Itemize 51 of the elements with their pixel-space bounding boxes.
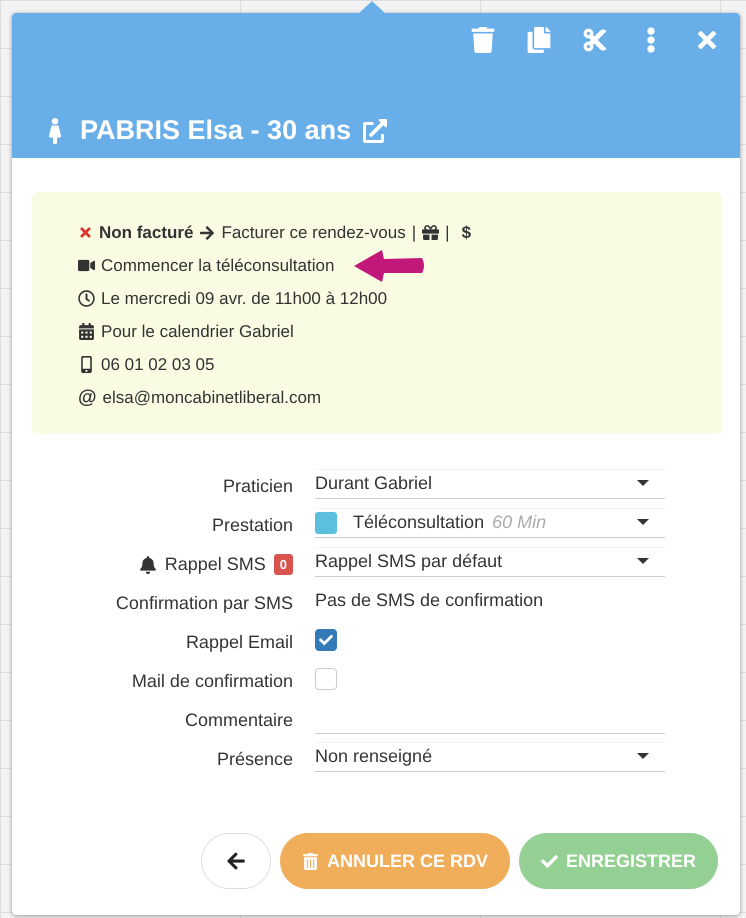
field-value: Pas de SMS de confirmation: [315, 590, 544, 611]
close-icon: [78, 225, 93, 240]
caret-icon: [637, 519, 649, 526]
separator: |: [445, 222, 450, 242]
field-label: Rappel SMS: [164, 554, 266, 575]
calendar-icon: [78, 323, 95, 340]
info-text: 06 01 02 03 05: [101, 354, 214, 374]
info-text: Le mercredi 09 avr. de 11h00 à 12h00: [101, 288, 388, 308]
clock-icon: [78, 290, 95, 307]
field-label: Praticien: [222, 476, 293, 497]
bill-link[interactable]: Facturer ce rendez-vous: [221, 222, 406, 242]
count-badge: 0: [274, 554, 293, 575]
phone-icon: [78, 356, 95, 373]
trash-icon: [470, 27, 496, 53]
checkbox[interactable]: [315, 668, 337, 690]
check-icon: [319, 632, 333, 646]
info-text: Pour le calendrier Gabriel: [101, 322, 294, 342]
field-label: Rappel Email: [186, 632, 293, 653]
teleconsultation-link[interactable]: Commencer la téléconsultation: [101, 256, 334, 276]
select-field[interactable]: Téléconsultation 60 Min: [315, 508, 665, 538]
scissors-icon: [582, 27, 608, 53]
dollar-link[interactable]: $: [462, 222, 472, 242]
info-text: elsa@moncabinetliberal.com: [102, 388, 322, 408]
external-link-icon[interactable]: [363, 118, 388, 142]
arrow-right-icon: [199, 224, 216, 240]
field-label: Commentaire: [184, 710, 293, 731]
select-field[interactable]: Non renseigné: [315, 742, 665, 772]
caret-icon: [637, 558, 649, 565]
field-label: Mail de confirmation: [132, 671, 293, 692]
arrow-left-icon: [226, 851, 246, 871]
video-icon: [78, 257, 95, 274]
field-label: Prestation: [212, 515, 293, 536]
at-sign: @: [78, 386, 97, 408]
field-label: Confirmation par SMS: [116, 593, 293, 614]
select-field[interactable]: Rappel SMS par défaut: [315, 546, 665, 576]
select-field[interactable]: Durant Gabriel: [315, 468, 665, 498]
separator: |: [412, 222, 416, 242]
copy-icon: [526, 27, 552, 53]
trash-icon: [302, 852, 319, 870]
copy-button[interactable]: [526, 27, 552, 53]
caret-icon: [637, 753, 649, 760]
field-label: Présence: [216, 749, 293, 770]
delete-button[interactable]: [470, 27, 496, 53]
billing-status: Non facturé: [99, 222, 194, 242]
cut-button[interactable]: [582, 27, 608, 53]
checkbox[interactable]: [315, 628, 337, 650]
patient-title: PABRIS Elsa - 30 ans: [80, 115, 352, 146]
caret-icon: [637, 480, 649, 487]
check-icon: [540, 852, 558, 870]
gift-icon[interactable]: [422, 224, 440, 241]
bell-icon: [138, 556, 157, 574]
